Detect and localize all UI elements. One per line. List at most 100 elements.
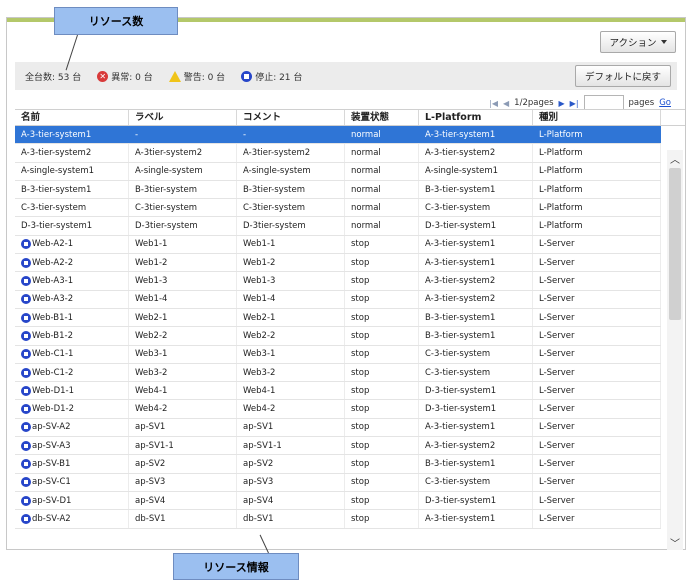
cell-type: L-Server xyxy=(533,272,661,290)
prev-page-icon[interactable]: ◀ xyxy=(503,99,509,108)
cell-label: db-SV1 xyxy=(129,510,237,528)
cell-label: Web3-2 xyxy=(129,363,237,382)
next-page-icon[interactable]: ▶ xyxy=(559,99,565,108)
table-row[interactable]: A-3-tier-system2 A-3tier-system2 A-3tier-s… xyxy=(15,144,661,163)
cell-name: A-single-system1 xyxy=(15,162,129,180)
cell-text: A-3-tier-system1 xyxy=(425,129,496,140)
cell-comment: A-single-system xyxy=(237,162,345,180)
callout-resource-info: リソース情報 xyxy=(173,553,299,580)
cell-text: stop xyxy=(351,367,370,378)
scroll-down-icon[interactable]: ﹀ xyxy=(667,534,683,550)
stop-icon xyxy=(241,70,253,82)
table-row[interactable]: D-3-tier-system1 D-3tier-system D-3tier-sy… xyxy=(15,217,661,236)
cell-text: C-3-tier-system xyxy=(425,349,491,360)
vertical-scrollbar[interactable]: ︿ ﹀ xyxy=(667,150,683,550)
cell-text: ap-SV1-1 xyxy=(243,440,282,451)
table-row[interactable]: db-SV-A2 db-SV1 db-SV1 stop A-3-tier-system1… xyxy=(15,510,661,529)
table-row[interactable]: B-3-tier-system1 B-3tier-system B-3tier-sy… xyxy=(15,180,661,200)
cell-type: L-Server xyxy=(533,345,661,363)
cell-text: normal xyxy=(351,184,381,195)
cell-text: D-3-tier-system1 xyxy=(425,404,497,415)
cell-text: B-3-tier-system1 xyxy=(425,458,496,469)
go-link[interactable]: Go xyxy=(659,98,671,108)
cell-text: L-Server xyxy=(539,477,575,488)
scroll-up-icon[interactable]: ︿ xyxy=(667,150,683,166)
table-row[interactable]: Web-D1-1 Web4-1 Web4-1 stop D-3-tier-system1… xyxy=(15,382,661,401)
cell-text: A-single-system1 xyxy=(21,166,95,177)
table-row[interactable]: Web-A3-2 Web1-4 Web1-4 stop A-3-tier-system2… xyxy=(15,290,661,309)
cell-text: D-3tier-system xyxy=(135,221,198,232)
cell-name: Web-A2-2 xyxy=(15,254,129,272)
table-row[interactable]: ap-SV-D1 ap-SV4 ap-SV4 stop D-3-tier-system1… xyxy=(15,491,661,511)
table-row[interactable]: Web-D1-2 Web4-2 Web4-2 stop D-3-tier-system1… xyxy=(15,400,661,419)
cell-comment: C-3tier-system xyxy=(237,199,345,217)
table-row[interactable]: Web-A3-1 Web1-3 Web1-3 stop A-3-tier-system2… xyxy=(15,272,661,291)
cell-platform: C-3-tier-system xyxy=(419,345,533,363)
last-page-icon[interactable]: ▶| xyxy=(570,99,579,108)
cell-label: Web3-1 xyxy=(129,345,237,363)
cell-status: stop xyxy=(345,345,419,363)
reset-default-button[interactable]: デフォルトに戻す xyxy=(575,65,671,87)
table-row[interactable]: A-single-system1 A-single-system A-single-… xyxy=(15,162,661,181)
page-info: 1/2pages xyxy=(514,98,554,108)
action-button[interactable]: アクション xyxy=(600,31,676,53)
screenshot-canvas: アクション 全台数: 53 台 ✕ 異常: 0 台 警告: 0 台 停止: 21… xyxy=(0,0,692,587)
cell-text: stop xyxy=(351,404,370,415)
table-row[interactable]: ap-SV-B1 ap-SV2 ap-SV2 stop B-3-tier-system1… xyxy=(15,455,661,474)
scroll-thumb[interactable] xyxy=(669,168,681,320)
stopped-count: 停止: 21 台 xyxy=(241,70,302,83)
cell-text: Web-B1-1 xyxy=(32,312,74,323)
cell-status: normal xyxy=(345,162,419,180)
cell-text: L-Server xyxy=(539,513,575,524)
header-status[interactable]: 装置状態 xyxy=(345,110,419,125)
cell-text: Web-A3-2 xyxy=(32,294,74,305)
stop-icon xyxy=(21,495,31,506)
cell-text: L-Platform xyxy=(539,129,583,140)
cell-type: L-Server xyxy=(533,510,661,528)
cell-comment: Web1-2 xyxy=(237,254,345,272)
table-row[interactable]: ap-SV-A2 ap-SV1 ap-SV1 stop A-3-tier-system1… xyxy=(15,418,661,438)
cell-text: Web1-4 xyxy=(135,294,168,305)
header-comment[interactable]: コメント xyxy=(237,110,345,125)
cell-text: Web2-2 xyxy=(135,330,168,341)
cell-comment: Web4-2 xyxy=(237,400,345,418)
cell-text: db-SV-A2 xyxy=(32,513,71,524)
cell-comment: - xyxy=(237,126,345,144)
first-page-icon[interactable]: |◀ xyxy=(489,99,498,108)
cell-status: stop xyxy=(345,327,419,345)
header-name[interactable]: 名前 xyxy=(15,110,129,125)
table-row[interactable]: C-3-tier-system C-3tier-system C-3tier-sys… xyxy=(15,199,661,218)
table-row[interactable]: Web-C1-2 Web3-2 Web3-2 stop C-3-tier-system L… xyxy=(15,363,661,383)
table-row[interactable]: ap-SV-A3 ap-SV1-1 ap-SV1-1 stop A-3-tier-sys… xyxy=(15,437,661,456)
cell-text: stop xyxy=(351,239,370,250)
cell-text: B-3-tier-system1 xyxy=(425,330,496,341)
cell-label: Web4-2 xyxy=(129,400,237,418)
stop-icon xyxy=(21,404,31,415)
table-row[interactable]: A-3-tier-system1 - - normal A-3-tier-system1… xyxy=(15,126,661,145)
cell-platform: D-3-tier-system1 xyxy=(419,217,533,235)
cell-status: normal xyxy=(345,180,419,199)
action-button-label: アクション xyxy=(609,38,657,49)
table-row[interactable]: Web-A2-2 Web1-2 Web1-2 stop A-3-tier-system1… xyxy=(15,254,661,273)
table-row[interactable]: ap-SV-C1 ap-SV3 ap-SV3 stop C-3-tier-system L… xyxy=(15,473,661,492)
cell-text: Web-C1-1 xyxy=(32,349,74,360)
table-row[interactable]: Web-C1-1 Web3-1 Web3-1 stop C-3-tier-system L… xyxy=(15,345,661,364)
header-label[interactable]: ラベル xyxy=(129,110,237,125)
cell-name: A-3-tier-system1 xyxy=(15,126,129,144)
cell-text: ap-SV2 xyxy=(243,458,274,469)
cell-comment: Web2-1 xyxy=(237,308,345,327)
cell-text: Web1-2 xyxy=(243,257,276,268)
header-type[interactable]: 種別 xyxy=(533,110,661,125)
cell-name: ap-SV-B1 xyxy=(15,455,129,473)
cell-platform: A-3-tier-system2 xyxy=(419,290,533,308)
table-row[interactable]: Web-B1-2 Web2-2 Web2-2 stop B-3-tier-system1… xyxy=(15,327,661,346)
cell-text: L-Server xyxy=(539,257,575,268)
table-row[interactable]: Web-A2-1 Web1-1 Web1-1 stop A-3-tier-system1… xyxy=(15,235,661,255)
table-row[interactable]: Web-B1-1 Web2-1 Web2-1 stop B-3-tier-system1… xyxy=(15,308,661,328)
cell-text: Web1-3 xyxy=(135,276,168,287)
cell-label: Web1-3 xyxy=(129,272,237,290)
cell-platform: A-3-tier-system2 xyxy=(419,437,533,455)
cell-text: L-Server xyxy=(539,458,575,469)
cell-text: L-Server xyxy=(539,385,575,396)
header-platform[interactable]: L-Platform xyxy=(419,110,533,125)
